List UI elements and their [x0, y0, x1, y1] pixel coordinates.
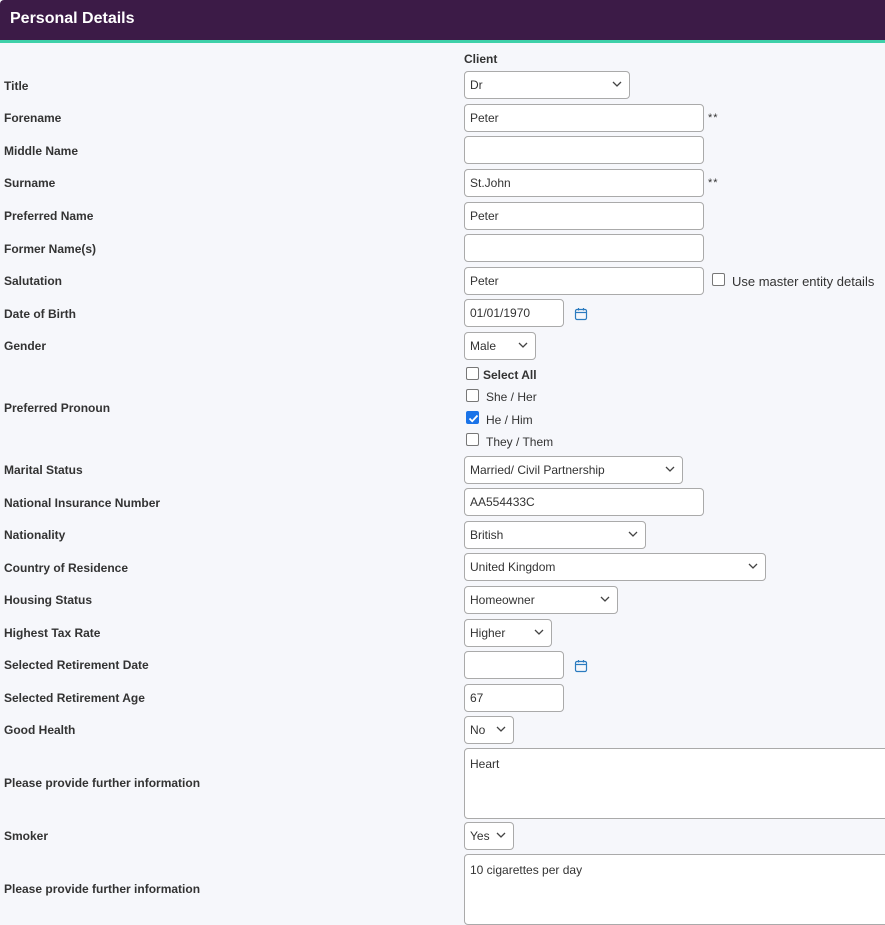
retirement-age-label: Selected Retirement Age — [4, 691, 145, 705]
salutation-input[interactable]: Peter — [464, 267, 704, 295]
pronoun-she-her-checkbox[interactable] — [466, 389, 479, 402]
middle-name-input[interactable] — [464, 136, 704, 164]
ni-number-label: National Insurance Number — [4, 496, 161, 510]
salutation-label: Salutation — [4, 274, 63, 288]
pronoun-select-all-label: Select All — [483, 368, 537, 382]
surname-required-marker: ** — [708, 177, 719, 189]
good-health-select-value: No — [470, 723, 486, 737]
pronoun-she-her-label: She / Her — [486, 390, 537, 404]
retirement-age-input[interactable]: 67 — [464, 684, 564, 712]
pronoun-they-them-label: They / Them — [486, 435, 554, 449]
tax-rate-select-value: Higher — [470, 626, 506, 640]
marital-status-select[interactable]: Married/ Civil Partnership — [464, 456, 683, 484]
smoker-info-textarea[interactable]: 10 cigarettes per day — [464, 854, 885, 925]
forename-input[interactable]: Peter — [464, 104, 704, 132]
health-info-label: Please provide further information — [4, 776, 201, 790]
ni-number-input[interactable]: AA554433C — [464, 488, 704, 516]
marital-status-label: Marital Status — [4, 463, 83, 477]
chevron-down-icon — [496, 726, 506, 732]
title-select[interactable]: Dr — [464, 71, 630, 99]
forename-label: Forename — [4, 111, 62, 125]
pronoun-he-him-label: He / Him — [486, 413, 533, 427]
housing-status-select-value: Homeowner — [470, 593, 535, 607]
housing-status-select[interactable]: Homeowner — [464, 586, 618, 614]
good-health-label: Good Health — [4, 723, 76, 737]
former-names-input[interactable] — [464, 234, 704, 262]
preferred-name-input[interactable]: Peter — [464, 202, 704, 230]
chevron-down-icon — [534, 629, 544, 635]
pronoun-select-all-checkbox[interactable] — [466, 367, 479, 380]
chevron-down-icon — [600, 596, 610, 602]
health-info-textarea[interactable]: Heart — [464, 748, 885, 819]
smoker-select-value: Yes — [470, 829, 490, 843]
dob-label: Date of Birth — [4, 307, 76, 321]
gender-label: Gender — [4, 339, 47, 353]
chevron-down-icon — [518, 342, 528, 348]
country-select-value: United Kingdom — [470, 560, 556, 574]
middle-name-label: Middle Name — [4, 144, 79, 158]
chevron-down-icon — [496, 832, 506, 838]
title-select-value: Dr — [470, 78, 483, 92]
good-health-select[interactable]: No — [464, 716, 514, 744]
nationality-select-value: British — [470, 528, 504, 542]
checkmark-icon — [468, 414, 479, 423]
calendar-icon[interactable] — [574, 307, 588, 321]
surname-input[interactable]: St.John — [464, 169, 704, 197]
chevron-down-icon — [665, 466, 675, 472]
retirement-date-label: Selected Retirement Date — [4, 658, 149, 672]
nationality-select[interactable]: British — [464, 521, 646, 549]
pronoun-they-them-checkbox[interactable] — [466, 433, 479, 446]
gender-select[interactable]: Male — [464, 332, 536, 360]
section-title: Personal Details — [10, 10, 135, 27]
chevron-down-icon — [628, 531, 638, 537]
chevron-down-icon — [748, 563, 758, 569]
marital-status-select-value: Married/ Civil Partnership — [470, 463, 605, 477]
country-select[interactable]: United Kingdom — [464, 553, 766, 581]
preferred-pronoun-label: Preferred Pronoun — [4, 401, 111, 415]
dob-input[interactable]: 01/01/1970 — [464, 299, 564, 327]
retirement-date-input[interactable] — [464, 651, 564, 679]
housing-status-label: Housing Status — [4, 593, 93, 607]
pronoun-he-him-checkbox[interactable] — [466, 411, 479, 424]
column-header-client: Client — [464, 52, 498, 66]
smoker-select[interactable]: Yes — [464, 822, 514, 850]
nationality-label: Nationality — [4, 528, 66, 542]
gender-select-value: Male — [470, 339, 497, 353]
forename-required-marker: ** — [708, 112, 719, 124]
smoker-info-label: Please provide further information — [4, 882, 201, 896]
surname-label: Surname — [4, 176, 56, 190]
smoker-label: Smoker — [4, 829, 49, 843]
calendar-icon[interactable] — [574, 659, 588, 673]
chevron-down-icon — [612, 81, 622, 87]
former-names-label: Former Name(s) — [4, 242, 97, 256]
use-master-entity-label: Use master entity details — [732, 274, 875, 289]
tax-rate-label: Highest Tax Rate — [4, 626, 101, 640]
section-header: Personal Details — [0, 0, 885, 43]
tax-rate-select[interactable]: Higher — [464, 619, 552, 647]
title-label: Title — [4, 79, 29, 93]
country-label: Country of Residence — [4, 561, 129, 575]
use-master-entity-checkbox[interactable] — [712, 273, 725, 286]
preferred-name-label: Preferred Name — [4, 209, 94, 223]
